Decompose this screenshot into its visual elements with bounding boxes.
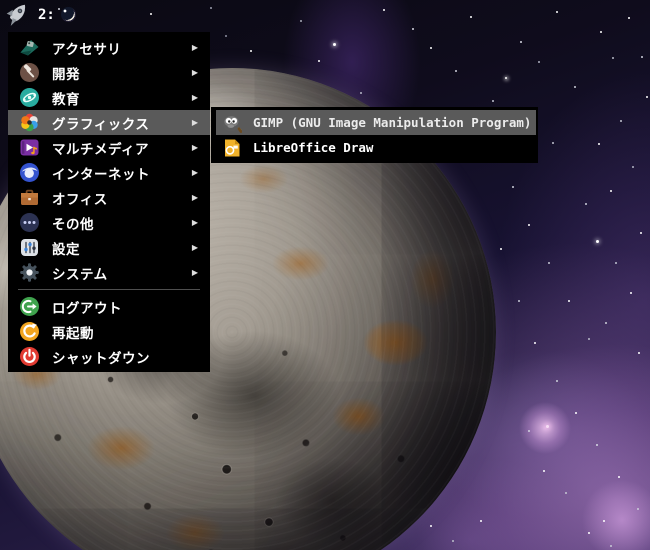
submenu-item-label: LibreOffice Draw <box>253 140 374 155</box>
menu-item-settings[interactable]: 設定 ▶ <box>8 235 210 260</box>
submenu-item-label: GIMP (GNU Image Manipulation Program) <box>253 115 532 130</box>
menu-item-multimedia[interactable]: マルチメディア ▶ <box>8 135 210 160</box>
menu-item-other[interactable]: その他 ▶ <box>8 210 210 235</box>
menu-item-label: システム <box>52 266 108 282</box>
development-hammer-icon <box>19 62 40 83</box>
moon-icon[interactable] <box>60 7 76 22</box>
workspace-indicator[interactable]: 2: <box>38 7 55 23</box>
desktop: 2: アクセサリ ▶ 開発 ▶ 教育 ▶ グラフィックス ▶ マルチメディア ▶… <box>0 0 650 550</box>
settings-sliders-icon <box>19 237 40 258</box>
accessories-icon <box>19 37 40 58</box>
graphics-pinwheel-icon <box>19 112 40 133</box>
submenu-arrow-icon: ▶ <box>191 242 198 252</box>
submenu-arrow-icon: ▶ <box>191 42 198 52</box>
rocket-icon[interactable] <box>5 3 32 26</box>
submenu-arrow-icon: ▶ <box>191 92 198 102</box>
submenu-arrow-icon: ▶ <box>191 142 198 152</box>
system-gear-icon <box>19 262 40 283</box>
menu-item-label: 再起動 <box>52 325 94 341</box>
menu-item-label: 教育 <box>52 91 80 107</box>
menu-item-label: 設定 <box>52 241 80 257</box>
education-atom-icon <box>19 87 40 108</box>
menu-item-label: シャットダウン <box>52 350 150 366</box>
logout-icon <box>19 296 40 317</box>
shutdown-power-icon <box>19 346 40 367</box>
menu-item-system[interactable]: システム ▶ <box>8 260 210 285</box>
menu-item-office[interactable]: オフィス ▶ <box>8 185 210 210</box>
menu-item-label: 開発 <box>52 66 80 82</box>
taskbar: 2: <box>5 3 76 26</box>
office-briefcase-icon <box>19 187 40 208</box>
menu-item-label: グラフィックス <box>52 116 150 132</box>
gimp-wilber-icon <box>222 113 242 133</box>
multimedia-icon <box>19 137 40 158</box>
other-dots-icon <box>19 212 40 233</box>
menu-item-internet[interactable]: インターネット ▶ <box>8 160 210 185</box>
submenu-arrow-icon: ▶ <box>191 167 198 177</box>
graphics-submenu: GIMP (GNU Image Manipulation Program) Li… <box>211 107 538 163</box>
submenu-arrow-icon: ▶ <box>191 67 198 77</box>
bright-stars <box>0 0 3 3</box>
menu-item-label: インターネット <box>52 166 150 182</box>
submenu-item-gimp[interactable]: GIMP (GNU Image Manipulation Program) <box>216 110 536 135</box>
menu-item-restart[interactable]: 再起動 <box>8 319 210 344</box>
submenu-arrow-icon: ▶ <box>191 192 198 202</box>
menu-item-label: ログアウト <box>52 300 122 316</box>
menu-item-education[interactable]: 教育 ▶ <box>8 85 210 110</box>
applications-menu: アクセサリ ▶ 開発 ▶ 教育 ▶ グラフィックス ▶ マルチメディア ▶ イン… <box>8 32 210 372</box>
menu-item-shutdown[interactable]: シャットダウン <box>8 344 210 369</box>
submenu-arrow-icon: ▶ <box>191 267 198 277</box>
libreoffice-draw-icon <box>222 138 242 158</box>
menu-item-label: アクセサリ <box>52 41 122 57</box>
menu-item-logout[interactable]: ログアウト <box>8 294 210 319</box>
menu-item-label: オフィス <box>52 191 108 207</box>
menu-item-label: その他 <box>52 216 94 232</box>
menu-separator <box>18 289 200 290</box>
submenu-arrow-icon: ▶ <box>191 117 198 127</box>
submenu-arrow-icon: ▶ <box>191 217 198 227</box>
internet-globe-icon <box>19 162 40 183</box>
menu-item-accessories[interactable]: アクセサリ ▶ <box>8 35 210 60</box>
menu-item-development[interactable]: 開発 ▶ <box>8 60 210 85</box>
submenu-item-libreoffice-draw[interactable]: LibreOffice Draw <box>216 135 536 160</box>
menu-item-graphics[interactable]: グラフィックス ▶ <box>8 110 210 135</box>
menu-item-label: マルチメディア <box>52 141 150 157</box>
restart-icon <box>19 321 40 342</box>
